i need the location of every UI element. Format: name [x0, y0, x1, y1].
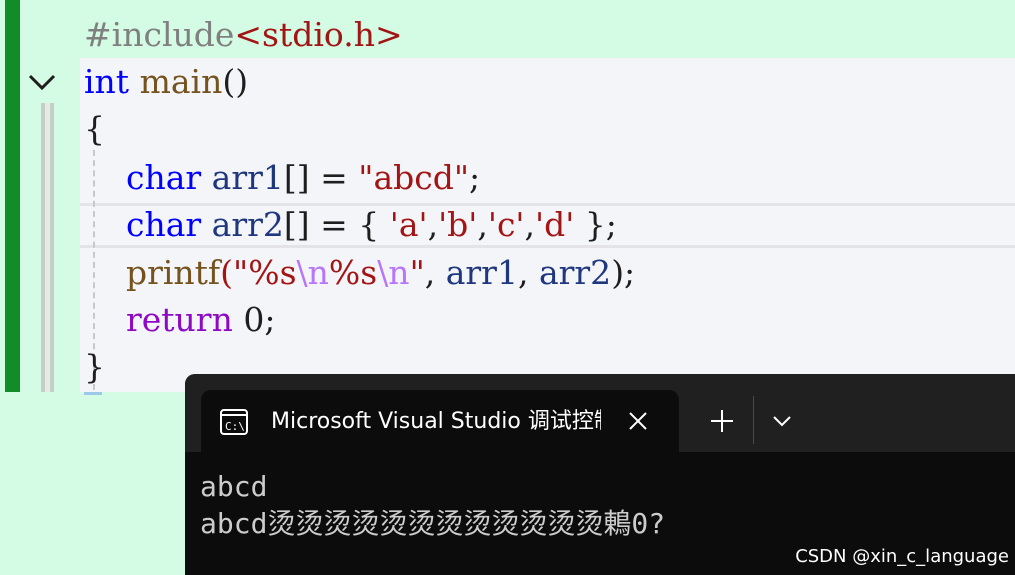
code-token: ("%s	[220, 253, 297, 292]
code-token: 'a'	[389, 205, 428, 244]
caret-marker	[84, 392, 102, 395]
code-line[interactable]: printf("%s\n%s\n", arr1, arr2);	[84, 249, 635, 297]
code-token: arr2	[211, 205, 284, 244]
code-token: ,	[424, 253, 446, 292]
tab-debug-console[interactable]: C:\ Microsoft Visual Studio 调试控制台	[201, 390, 679, 452]
code-token: int	[84, 62, 130, 101]
code-token: char	[125, 205, 202, 244]
code-line[interactable]: }	[84, 343, 105, 391]
code-token: [] =	[283, 158, 359, 197]
close-icon[interactable]	[625, 408, 651, 434]
code-token: \n	[296, 253, 329, 292]
code-token: 0;	[232, 300, 276, 339]
code-token: [] = {	[283, 205, 390, 244]
change-indicator-bar	[5, 0, 20, 392]
code-token: ,	[524, 205, 536, 244]
chevron-down-icon[interactable]	[769, 408, 795, 434]
svg-text:C:\: C:\	[225, 420, 245, 433]
code-token: printf	[125, 253, 221, 292]
console-output-line: abcd烫烫烫烫烫烫烫烫烫烫烫烫鶇0?	[200, 507, 666, 540]
code-token: {	[84, 109, 105, 148]
code-token: ,	[517, 253, 539, 292]
code-line[interactable]: {	[84, 105, 105, 153]
fold-region-line	[41, 103, 54, 392]
code-token: ,	[477, 205, 488, 244]
code-token: 'c'	[487, 205, 525, 244]
code-token: <stdio.h>	[234, 15, 403, 54]
code-line[interactable]: char arr1[] = "abcd";	[84, 154, 480, 202]
code-line[interactable]: char arr2[] = { 'a','b','c','d' };	[84, 201, 617, 249]
code-token: return	[125, 300, 233, 339]
code-token: ;	[469, 158, 481, 197]
code-token: main	[139, 62, 223, 101]
code-token: }	[84, 347, 105, 386]
code-token: };	[574, 205, 617, 244]
code-token: 'b'	[438, 205, 478, 244]
code-line[interactable]: int main()	[84, 58, 248, 106]
code-token: 'd'	[535, 205, 575, 244]
code-line[interactable]: #include<stdio.h>	[84, 11, 403, 59]
code-token: );	[611, 253, 636, 292]
tab-title: Microsoft Visual Studio 调试控制台	[271, 409, 601, 434]
console-output-line: abcd	[200, 470, 268, 503]
code-token: arr1	[445, 253, 518, 292]
code-token: #include	[84, 15, 235, 54]
code-token: char	[125, 158, 202, 197]
tab-separator	[753, 396, 754, 444]
console-icon: C:\	[220, 409, 248, 435]
watermark: CSDN @xin_c_language	[795, 546, 1009, 567]
tab-strip: C:\ Microsoft Visual Studio 调试控制台	[185, 374, 1015, 452]
plus-icon[interactable]	[707, 406, 737, 436]
code-token: %s	[328, 253, 378, 292]
code-line[interactable]: return 0;	[84, 296, 275, 344]
code-token: ()	[222, 62, 249, 101]
code-token: "abcd"	[358, 158, 470, 197]
code-editor[interactable]: #include<stdio.h> int main(){ char arr1[]…	[0, 0, 1015, 395]
code-token: arr1	[211, 158, 284, 197]
code-token: "	[409, 253, 425, 292]
collapse-chevron-icon[interactable]	[27, 68, 57, 96]
code-token: \n	[377, 253, 410, 292]
code-token: ,	[427, 205, 439, 244]
code-token: arr2	[538, 253, 612, 292]
